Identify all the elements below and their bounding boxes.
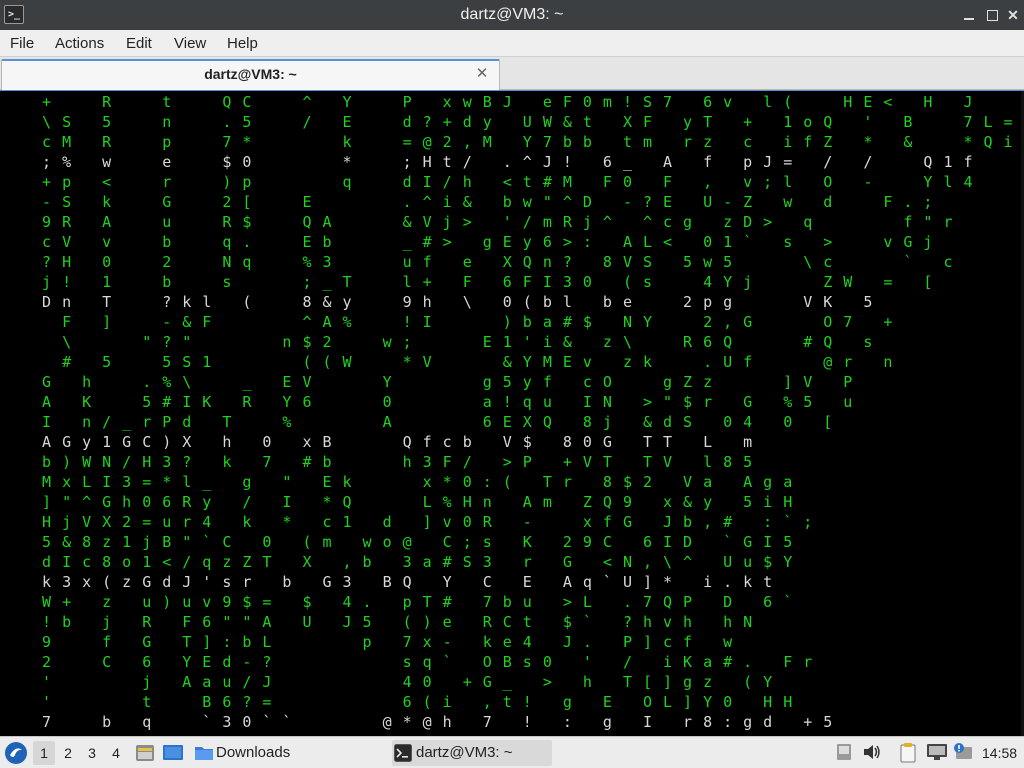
menu-actions[interactable]: Actions xyxy=(55,30,104,57)
file-manager-launcher[interactable] xyxy=(134,742,156,768)
tab-terminal[interactable]: dartz@VM3: ~ ✕ xyxy=(1,59,500,90)
task-terminal[interactable]: dartz@VM3: ~ xyxy=(392,740,552,766)
taskbar: 1 2 3 4 Downloads dartz@VM3: ~ 14:58 xyxy=(0,736,1024,768)
workspace-2[interactable]: 2 xyxy=(57,741,79,765)
terminal-line: 5&8z1jB"`C 0 (m wo@ C;s K 29C 6ID `GI5 xyxy=(2,533,803,551)
workspace-3[interactable]: 3 xyxy=(81,741,103,765)
terminal-line: -S k G 2[ E .^i& bw"^D -?E U-Z w d F.; xyxy=(2,193,943,211)
terminal-icon xyxy=(394,744,412,762)
network-icon[interactable] xyxy=(926,742,948,767)
terminal-line: W+ z u)uv9$= $ 4. pT# 7bu >L .7QP D 6` xyxy=(2,593,803,611)
menubar: File Actions Edit View Help xyxy=(0,30,1024,57)
terminal-line: + R t QC ^ Y P xwBJ eF0m!S7 6v l( HE< H … xyxy=(2,93,1020,111)
window-title: dartz@VM3: ~ xyxy=(460,6,564,23)
terminal-line: HjVX2=ur4 k * c1 d ]v0R - xfG Jb,# :`; xyxy=(2,513,823,531)
terminal-line: ' j Aau/J 40 +G_ > h T[]gz (Y xyxy=(2,673,783,691)
terminal-line: \ "?" n$2 w; E1'i& z\ R6Q #Q s xyxy=(2,333,883,351)
menu-help[interactable]: Help xyxy=(227,30,258,57)
folder-icon xyxy=(195,747,213,760)
workspace-1[interactable]: 1 xyxy=(33,741,55,765)
task-label: Downloads xyxy=(216,744,291,761)
clock: 14:58 xyxy=(982,745,1018,761)
terminal-line: dIc8o1</qzZT X ,b 3a#S3 r G <N,\^ Uu$Y xyxy=(2,553,803,571)
terminal-line: G h .%\ _ EV Y g5yf cO gZz ]V P xyxy=(2,373,863,391)
matrix-rain: + R t QC ^ Y P xwBJ eF0m!S7 6v l( HE< H … xyxy=(2,93,1024,731)
start-menu-button[interactable] xyxy=(3,740,29,766)
terminal-line: \S 5 n .5 / E d?+dy UW&t XF yT + 1oQ ' B… xyxy=(2,113,1020,131)
tab-bar: dartz@VM3: ~ ✕ xyxy=(0,57,1024,90)
terminal-line: A K 5#IK R Y6 0 a!qu IN >"$r G %5 u xyxy=(2,393,863,411)
file-manager-icon xyxy=(136,745,154,761)
terminal-line: cM R p 7* k =@2,M Y7bb tm rz c ifZ * & *… xyxy=(2,133,1020,151)
menu-edit[interactable]: Edit xyxy=(126,30,152,57)
terminal-line: F ] -&F ^A% !I )ba#$ NY 2,G O7 + xyxy=(2,313,903,331)
close-icon[interactable]: ✕ xyxy=(1005,7,1021,23)
terminal-line: 7 b q `30`` @*@h 7 ! : g I r8:gd +5 xyxy=(2,713,843,731)
terminal-line: +p < r )p q dI/h <t#M F0 F , v;l O - Yl4 xyxy=(2,173,984,191)
terminal-line: 9R A u R$ QA &Vj> '/mRj^ ^cg zD> q f"r xyxy=(2,213,963,231)
menu-file[interactable]: File xyxy=(10,30,34,57)
maximize-icon[interactable] xyxy=(984,7,1000,23)
terminal-line: # 5 5S1 ((W *V &YMEv zk .Uf @r n xyxy=(2,353,903,371)
clipboard-icon[interactable] xyxy=(898,742,918,768)
terminal-line: I n/_rPd T % A 6EXQ 8j &dS 04 0 [ xyxy=(2,413,843,431)
terminal-line: k3x(zGdJ'sr b G3 BQ Y C E Aq`U]* i.kt xyxy=(2,573,783,591)
task-downloads[interactable]: Downloads xyxy=(192,740,382,766)
terminal-line: Dn T ?kl ( 8&y 9h \ 0(bl be 2pg VK 5 xyxy=(2,293,883,311)
close-icon[interactable]: ✕ xyxy=(473,64,491,84)
minimize-icon[interactable] xyxy=(961,7,977,23)
terminal-output[interactable]: + R t QC ^ Y P xwBJ eF0m!S7 6v l( HE< H … xyxy=(0,90,1024,736)
terminal-line: ;% w e $0 * ;Ht/ .^J! 6_ A f pJ= / / Q1f xyxy=(2,153,984,171)
workspace-4[interactable]: 4 xyxy=(105,741,127,765)
terminal-line: 2 C 6 YEd-? sq` OBs0 ' / iKa#. Fr xyxy=(2,653,823,671)
terminal-line: 9 f G T]:bL p 7x- ke4 J. P]cf w xyxy=(2,633,743,651)
start-menu-icon xyxy=(5,742,27,764)
desktop-icon xyxy=(163,745,183,760)
terminal-line: AGy1GC)X h 0 xB Qfcb V$ 80G TT L m xyxy=(2,433,763,451)
tab-label: dartz@VM3: ~ xyxy=(204,66,297,82)
terminal-line: ?H 0 2 Nq %3 uf e XQn? 8VS 5w5 \c ` c xyxy=(2,253,963,271)
terminal-line: cV v b q. Eb _#> gEy6>: AL< 01` s > vGj xyxy=(2,233,943,251)
terminal-line: b)WN/H3? k 7 #b h3F/ >P +VT TV l85 xyxy=(2,453,763,471)
update-notifier-icon[interactable] xyxy=(952,742,974,767)
media-player-icon[interactable] xyxy=(836,742,852,767)
terminal-line: !b j R F6""A U J5 ()e RCt $` ?hvh hN xyxy=(2,613,763,631)
window-titlebar[interactable]: >_ dartz@VM3: ~ ✕ xyxy=(0,0,1024,30)
volume-icon[interactable] xyxy=(862,742,882,767)
menu-view[interactable]: View xyxy=(174,30,206,57)
task-label: dartz@VM3: ~ xyxy=(416,744,513,761)
show-desktop-button[interactable] xyxy=(162,742,184,768)
terminal-line: MxLI3=*l_ g " Ek x*0:( Tr 8$2 Va Aga xyxy=(2,473,803,491)
terminal-line: ' t B6?= 6(i ,t! g E OL]Y0 HH xyxy=(2,693,803,711)
terminal-line: j! 1 b s ;_T l+ F 6FI30 (s 4Yj ZW = [ xyxy=(2,273,943,291)
terminal-line: ]"^Gh06Ry / I *Q L%Hn Am ZQ9 x&y 5iH xyxy=(2,493,803,511)
